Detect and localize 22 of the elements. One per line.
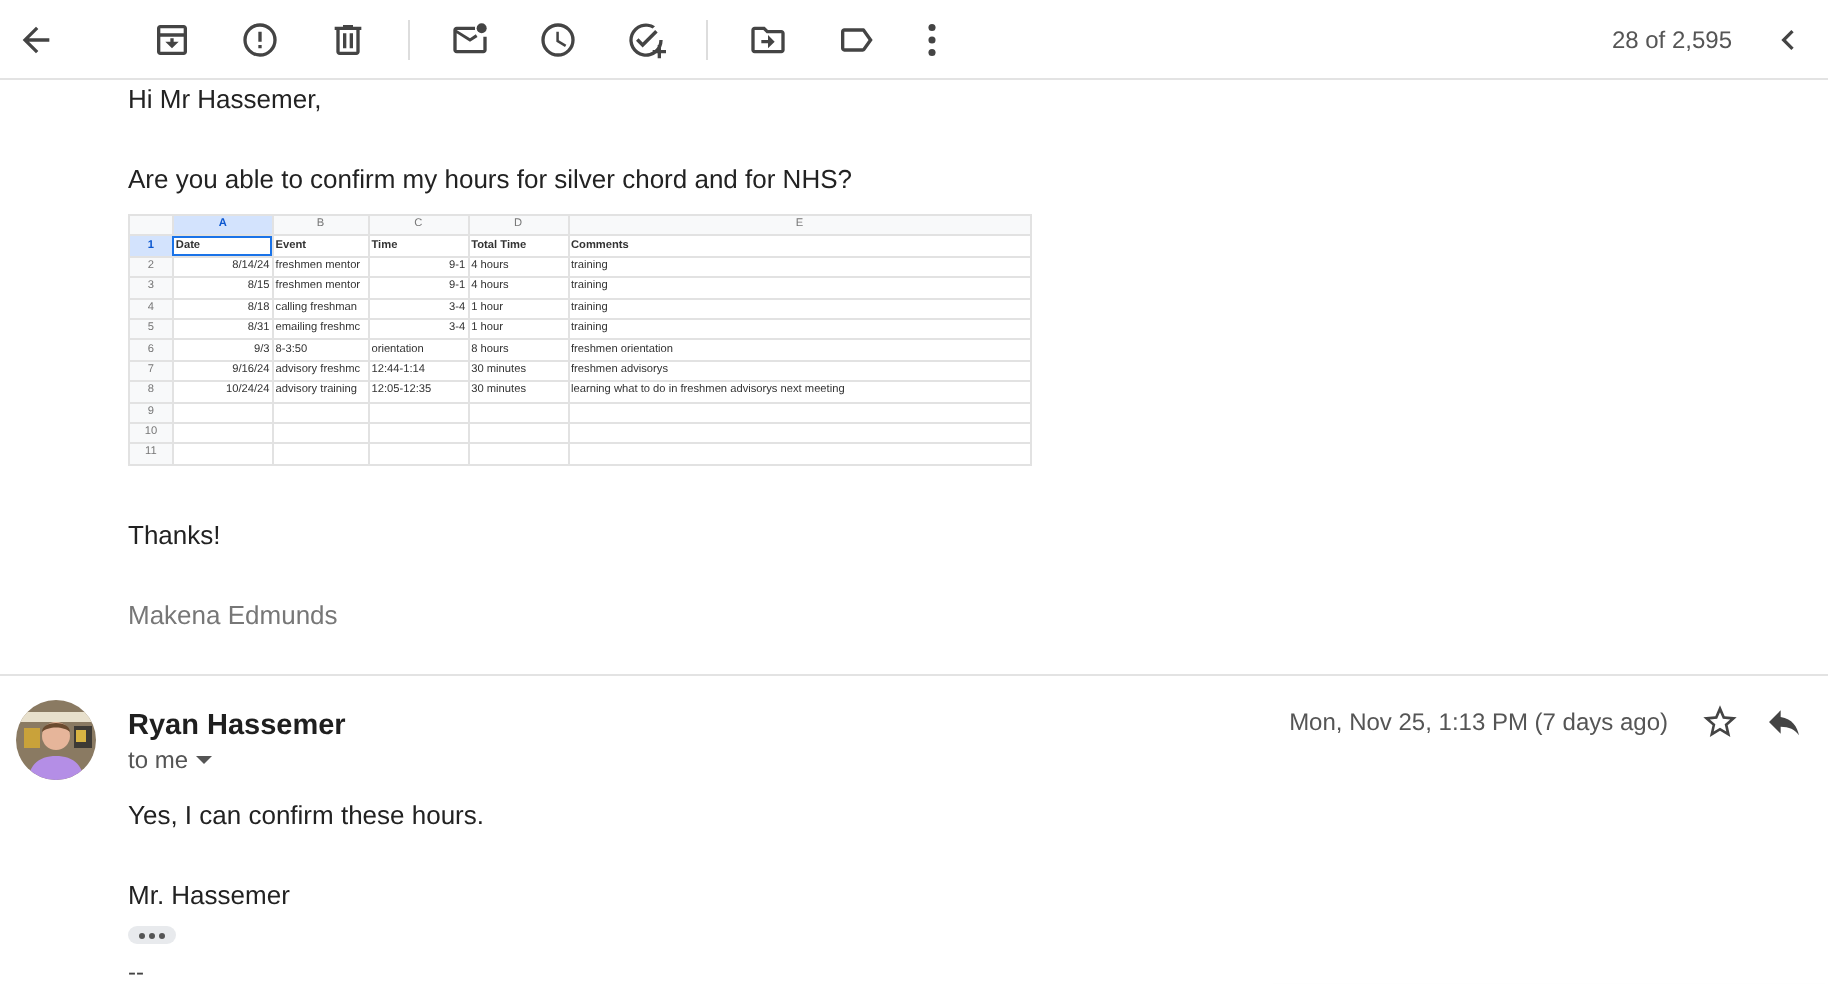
archive-icon <box>152 19 192 59</box>
sign-off-text: Mr. Hassemer <box>128 880 292 910</box>
mark-unread-icon <box>450 19 490 59</box>
caret-icon <box>196 756 213 764</box>
signature-separator: -- <box>128 960 146 984</box>
report-spam-icon <box>240 19 280 59</box>
message-text: Are you able to confirm my hours for silver chord and for NHS? <box>128 164 854 194</box>
sender-name: Ryan Hassemer <box>128 710 346 742</box>
add-task-icon <box>626 19 666 59</box>
greeting-text: Hi Mr Hassemer, <box>128 82 324 114</box>
star-button[interactable] <box>1700 701 1740 741</box>
recipient-dropdown[interactable]: to me <box>128 746 213 774</box>
message-date: Mon, Nov 25, 1:13 PM (7 days ago) <box>1289 707 1668 735</box>
closing-text: Thanks! <box>128 520 223 550</box>
ellipsis-icon <box>138 931 166 939</box>
signature-text: Makena Edmunds <box>128 600 340 630</box>
message-count: 28 of 2,595 <box>1611 25 1732 53</box>
show-trimmed-content-button[interactable] <box>128 926 176 944</box>
snooze-icon <box>538 19 578 59</box>
star-outline-icon <box>1700 701 1740 741</box>
more-icon <box>928 23 936 55</box>
reply-text: Yes, I can confirm these hours. <box>128 800 487 830</box>
